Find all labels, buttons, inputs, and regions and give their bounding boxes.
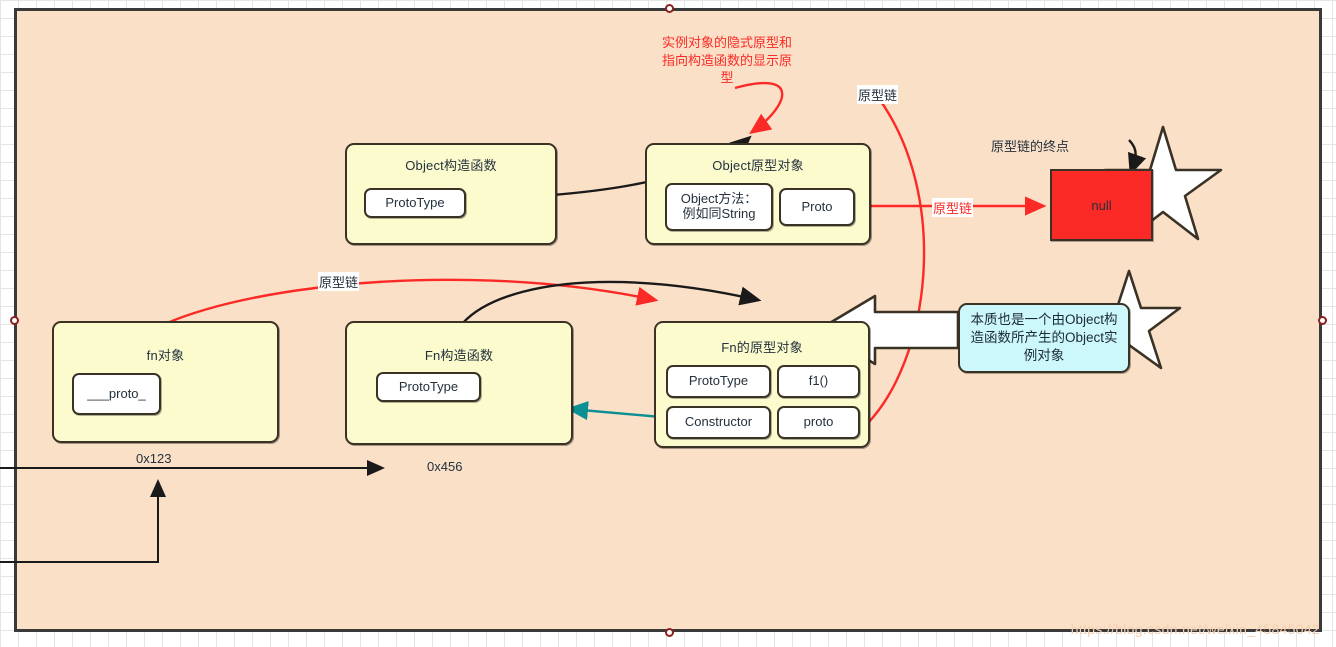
node-title: Object构造函数 [405, 158, 497, 173]
node-title: Object原型对象 [712, 158, 804, 173]
null-label: null [1091, 197, 1112, 213]
edge-constructor-to-fn-constructor [566, 401, 662, 421]
slot-f1[interactable]: f1() [777, 365, 860, 398]
node-object-prototype[interactable]: Object原型对象 Object方法： 例如同String Proto [645, 143, 871, 245]
slot-constructor[interactable]: Constructor [666, 406, 771, 439]
edge-fn-proto-to-object-prototype [865, 99, 926, 426]
node-title: Fn的原型对象 [721, 340, 803, 355]
slot-dunder-proto[interactable]: ___proto_ [72, 373, 161, 415]
label-implicit-explicit-note: 实例对象的隐式原型和指向构造函数的显示原型 [662, 35, 793, 86]
slot-prototype[interactable]: ProtoType [666, 365, 771, 398]
label-chain-endpoint: 原型链的终点 [991, 139, 1070, 154]
label-prototype-chain-left: 原型链 [318, 272, 360, 291]
slot-prototype[interactable]: ProtoType [364, 188, 466, 218]
diagram-root: Object构造函数 ProtoType Object原型对象 Object方法… [0, 0, 1336, 647]
label-address-0x123: 0x123 [136, 451, 172, 466]
label-prototype-chain-top: 原型链 [857, 85, 899, 104]
slot-prototype[interactable]: ProtoType [376, 372, 481, 402]
node-fn-prototype[interactable]: Fn的原型对象 ProtoType f1() Constructor proto [654, 321, 870, 448]
node-fn-object[interactable]: fn对象 ___proto_ [52, 321, 279, 443]
slot-proto[interactable]: Proto [779, 188, 855, 226]
label-prototype-chain-to-null: 原型链 [932, 198, 974, 217]
edge-heap-pointer-elbow [0, 479, 166, 563]
node-title: Fn构造函数 [424, 348, 494, 363]
slot-object-methods[interactable]: Object方法： 例如同String [665, 183, 773, 231]
node-title: fn对象 [146, 348, 185, 363]
callout-text: 本质也是一个由Object构造函数所产生的Object实例对象 [970, 311, 1118, 364]
slot-proto[interactable]: proto [777, 406, 860, 439]
edge-note-to-object-prototype [734, 82, 784, 135]
watermark: https://blog.csdn.net/weixin_45845042 [1070, 621, 1320, 637]
node-fn-constructor[interactable]: Fn构造函数 ProtoType [345, 321, 573, 445]
label-address-0x456: 0x456 [427, 459, 463, 474]
callout-object-instance[interactable]: 本质也是一个由Object构造函数所产生的Object实例对象 [958, 303, 1130, 373]
node-object-constructor[interactable]: Object构造函数 ProtoType [345, 143, 557, 245]
edge-chain-endpoint-to-null [1128, 139, 1147, 176]
node-null[interactable]: null [1050, 169, 1153, 241]
